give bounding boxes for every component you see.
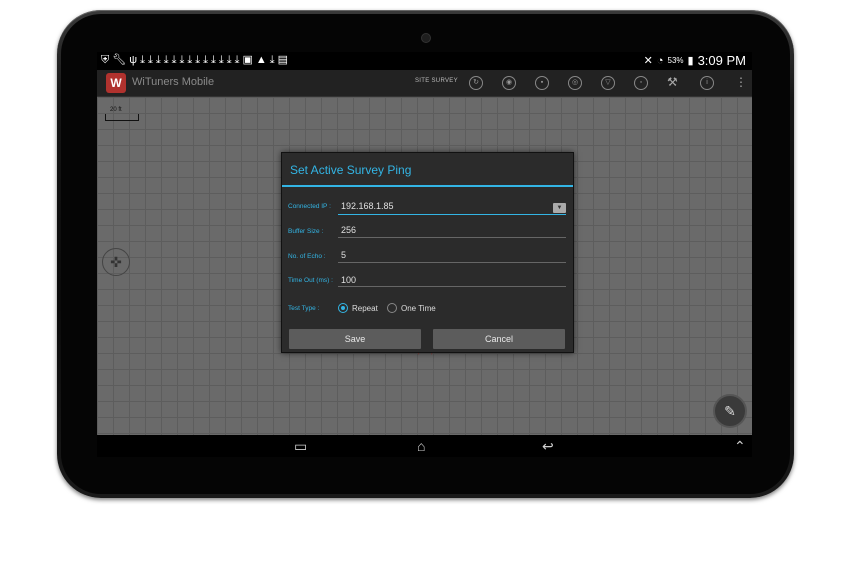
cancel-button[interactable]: Cancel (433, 329, 565, 349)
battery-icon: ▮ (687, 55, 694, 67)
download-icon: ⤓ (195, 54, 201, 66)
download-icon: ⤓ (187, 54, 193, 66)
echo-count-field[interactable]: 5 (341, 250, 346, 260)
buffer-size-label: Buffer Size : (288, 228, 324, 235)
connected-ip-label: Connected IP : (288, 203, 331, 210)
download-icon: ⤓ (203, 54, 208, 66)
site-survey-tab[interactable]: SITE SURVEY (415, 78, 458, 84)
buffer-size-field[interactable]: 256 (341, 225, 356, 235)
device-screen: ⛨ 🔧︎ ψ ⤓ ⤓ ⤓ ⤓ ⤓ ⤓ ⤓ ⤓ ⤓ ⤓ ⤓ ⤓ ⤓ ▣ ▲ ⤓ ▤… (97, 52, 752, 457)
connected-ip-field[interactable]: 192.168.1.85 (341, 201, 394, 211)
repeat-label: Repeat (352, 304, 378, 313)
save-icon[interactable]: ▪ (535, 76, 549, 90)
edit-icon[interactable]: ✎ (713, 394, 747, 428)
ping-icon[interactable]: ↻ (469, 76, 483, 90)
dialog-divider (282, 185, 573, 187)
action-bar: W WiTuners Mobile SITE SURVEY ↻ ◉ ▪ ◎ ▽ … (97, 70, 752, 97)
echo-count-label: No. of Echo : (288, 253, 326, 260)
download-icon: ⤓ (171, 54, 177, 66)
back-icon[interactable]: ↩ (542, 438, 554, 455)
filter-icon[interactable]: ▽ (601, 76, 615, 90)
scale-label: 20 ft (110, 107, 122, 113)
survey-ping-dialog: Set Active Survey Ping Connected IP : 19… (281, 152, 574, 353)
info-icon[interactable]: i (700, 76, 714, 90)
wrench-icon: 🔧︎ (112, 54, 127, 66)
test-type-label: Test Type : (288, 305, 320, 312)
download-icon: ⤓ (179, 54, 185, 66)
signal-icon[interactable]: ◉ (502, 76, 516, 90)
download-icon: ⤓ (226, 54, 232, 66)
navigation-bar: ▭ ⌂ ↩ ⌃ (97, 435, 752, 457)
clock: 3:09 PM (697, 53, 746, 68)
download-icon: ⤓ (234, 54, 240, 66)
scale-bar (105, 114, 139, 121)
system-status: ✕ ◔ 53% ▮ 3:09 PM (644, 53, 746, 68)
overflow-menu-icon[interactable]: ⋮ (735, 75, 747, 89)
app-title: WiTuners Mobile (132, 76, 215, 88)
app-logo[interactable]: W (106, 73, 126, 93)
mute-icon: ✕ (643, 55, 653, 67)
target-icon[interactable]: ◎ (568, 76, 582, 90)
download-icon: ⤓ (140, 54, 145, 66)
recent-apps-icon[interactable]: ▭ (294, 438, 307, 455)
notification-icons: ⛨ 🔧︎ ψ ⤓ ⤓ ⤓ ⤓ ⤓ ⤓ ⤓ ⤓ ⤓ ⤓ ⤓ ⤓ ⤓ ▣ ▲ ⤓ ▤ (101, 54, 288, 67)
home-icon[interactable]: ⌂ (417, 438, 425, 454)
dialog-title: Set Active Survey Ping (290, 163, 412, 177)
front-camera (421, 33, 431, 43)
echo-count-underline (338, 262, 566, 263)
clipboard-icon: ▤ (277, 54, 289, 66)
chevron-down-icon[interactable]: ▼ (553, 203, 566, 213)
tools-icon[interactable]: ⚒ (667, 75, 678, 89)
download-icon: ⤓ (210, 54, 216, 66)
connected-ip-underline (338, 214, 566, 215)
timeout-label: Time Out (ms) : (288, 277, 333, 284)
download-icon: ⤓ (155, 54, 161, 66)
save-button[interactable]: Save (289, 329, 421, 349)
image-icon: ▣ (242, 54, 253, 66)
lock-icon[interactable]: ▫ (634, 76, 648, 90)
timeout-underline (338, 286, 566, 287)
one-time-label: One Time (401, 304, 436, 313)
chevron-up-icon[interactable]: ⌃ (734, 438, 746, 455)
status-bar: ⛨ 🔧︎ ψ ⤓ ⤓ ⤓ ⤓ ⤓ ⤓ ⤓ ⤓ ⤓ ⤓ ⤓ ⤓ ⤓ ▣ ▲ ⤓ ▤… (97, 52, 752, 70)
download-icon: ⤓ (163, 54, 169, 66)
download-icon: ⤓ (147, 54, 153, 66)
warning-icon: ▲ (255, 54, 267, 66)
repeat-radio[interactable] (338, 303, 348, 313)
usb-icon: ψ (129, 54, 138, 66)
shield-icon: ⛨ (101, 54, 110, 66)
buffer-size-underline (338, 237, 566, 238)
timeout-field[interactable]: 100 (341, 275, 356, 285)
compass-icon[interactable]: ✜ (102, 248, 130, 276)
battery-percent: 53% (667, 56, 684, 65)
wifi-icon: ◔ (656, 54, 664, 67)
one-time-radio[interactable] (387, 303, 397, 313)
download-icon: ⤓ (269, 54, 275, 66)
download-icon: ⤓ (218, 54, 224, 66)
